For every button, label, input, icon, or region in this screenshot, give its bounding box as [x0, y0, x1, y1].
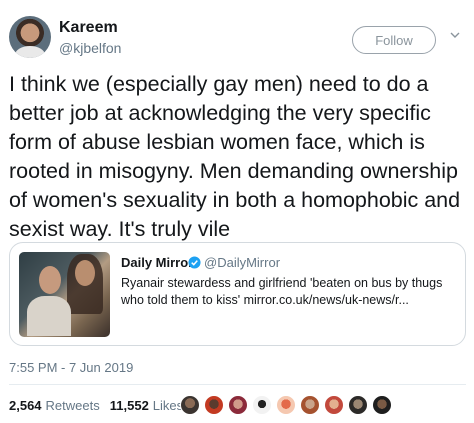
quoted-tweet-card[interactable]: Daily Mirror @DailyMirror Ryanair stewar… — [9, 242, 466, 346]
tweet-text: I think we (especially gay men) need to … — [9, 72, 461, 241]
author-handle[interactable]: @kjbelfon — [59, 40, 121, 56]
author-display-name[interactable]: Kareem — [59, 19, 118, 37]
chevron-down-icon[interactable] — [450, 30, 460, 40]
likes-label: Likes — [152, 398, 184, 413]
verified-badge-icon — [188, 256, 201, 269]
quoted-tweet-author-handle: @DailyMirror — [204, 255, 281, 270]
avatar-shirt — [15, 46, 45, 58]
quoted-tweet-image[interactable] — [19, 252, 110, 337]
photo-figure — [39, 266, 61, 294]
liker-avatar[interactable] — [204, 395, 224, 415]
liker-avatar[interactable] — [180, 395, 200, 415]
follow-button[interactable]: Follow — [352, 26, 436, 54]
divider — [9, 384, 466, 385]
tweet-timestamp[interactable]: 7:55 PM - 7 Jun 2019 — [9, 360, 133, 375]
quoted-tweet-author-name: Daily Mirror — [121, 255, 194, 270]
photo-figure — [27, 296, 71, 336]
liker-avatar[interactable] — [276, 395, 296, 415]
liker-avatars — [180, 395, 392, 415]
retweets-count: 2,564 — [9, 398, 42, 413]
retweets-stat[interactable]: 2,564 Retweets — [9, 398, 100, 413]
likes-stat[interactable]: 11,552 Likes — [110, 398, 183, 413]
tweet-stats: 2,564 Retweets 11,552 Likes — [9, 398, 193, 413]
liker-avatar[interactable] — [324, 395, 344, 415]
liker-avatar[interactable] — [372, 395, 392, 415]
photo-figure — [75, 260, 95, 286]
retweets-label: Retweets — [45, 398, 100, 413]
liker-avatar[interactable] — [252, 395, 272, 415]
liker-avatar[interactable] — [348, 395, 368, 415]
likes-count: 11,552 — [109, 398, 149, 413]
quoted-tweet-text: Ryanair stewardess and girlfriend 'beate… — [121, 276, 443, 307]
liker-avatar[interactable] — [300, 395, 320, 415]
liker-avatar[interactable] — [228, 395, 248, 415]
author-avatar[interactable] — [9, 16, 51, 58]
